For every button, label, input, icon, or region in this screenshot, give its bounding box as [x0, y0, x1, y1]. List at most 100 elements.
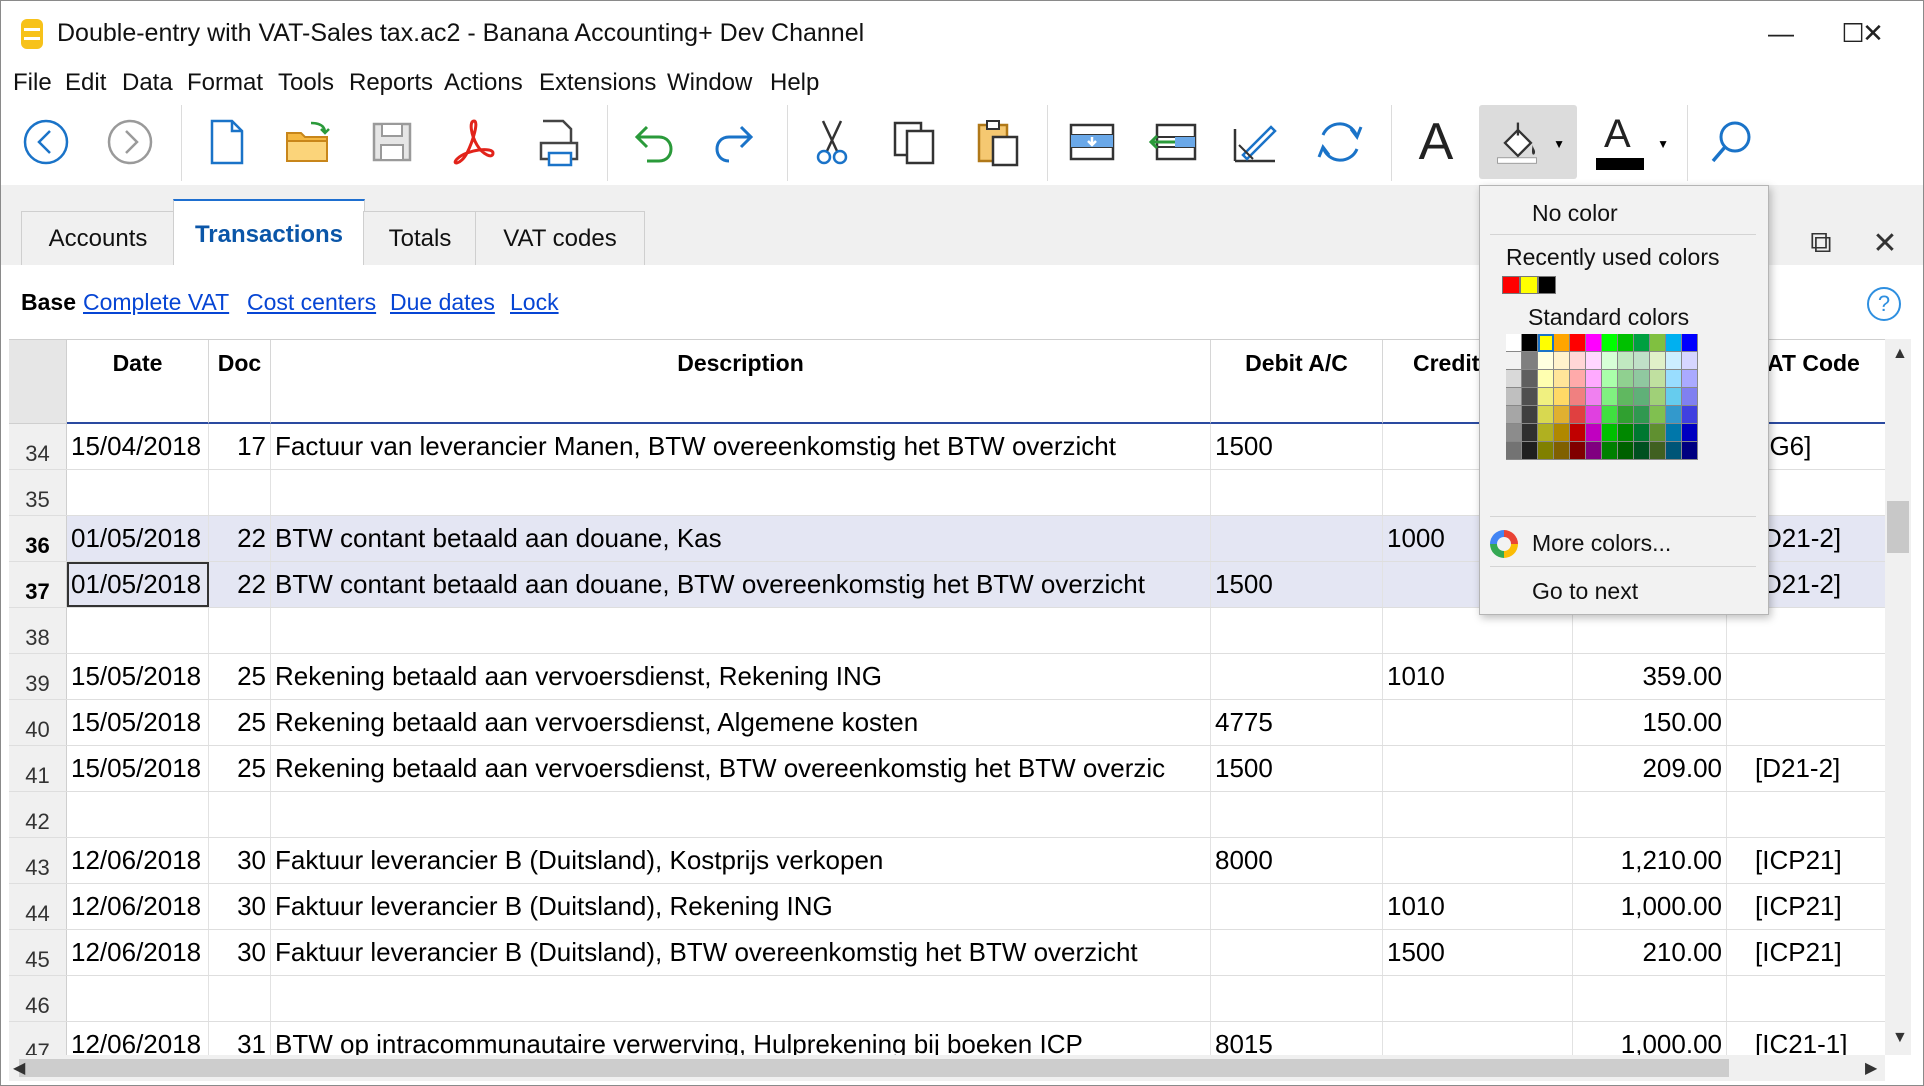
credit-account-cell[interactable]: [1383, 976, 1573, 1021]
standard-color-swatch[interactable]: [1682, 388, 1698, 406]
vat-code-cell[interactable]: [1727, 976, 1885, 1021]
standard-color-swatch[interactable]: [1570, 334, 1586, 352]
date-cell[interactable]: [67, 976, 209, 1021]
amount-cell[interactable]: 150.00: [1573, 700, 1727, 745]
description-cell[interactable]: Rekening betaald aan vervoersdienst, Alg…: [271, 700, 1211, 745]
menu-reports[interactable]: Reports: [349, 69, 433, 97]
edit-icon[interactable]: [1221, 105, 1291, 179]
description-cell[interactable]: BTW op intracommunautaire verwerving, Hu…: [271, 1022, 1211, 1056]
standard-color-swatch[interactable]: [1650, 424, 1666, 442]
menu-format[interactable]: Format: [187, 69, 263, 97]
debit-account-cell[interactable]: [1211, 976, 1383, 1021]
credit-account-cell[interactable]: [1383, 838, 1573, 883]
doc-cell[interactable]: 25: [209, 700, 271, 745]
amount-cell[interactable]: 1,000.00: [1573, 1022, 1727, 1056]
table-row[interactable]: 40 15/05/2018 25 Rekening betaald aan vervo…: [9, 700, 1885, 746]
row-number[interactable]: 39: [9, 654, 67, 699]
standard-color-swatch[interactable]: [1602, 388, 1618, 406]
scroll-left-icon[interactable]: ◀: [13, 1058, 25, 1078]
standard-color-swatch[interactable]: [1682, 334, 1698, 352]
tab-transactions[interactable]: Transactions: [173, 199, 365, 268]
credit-account-cell[interactable]: [1383, 746, 1573, 791]
standard-color-swatch[interactable]: [1618, 442, 1634, 460]
row-number[interactable]: 44: [9, 884, 67, 929]
doc-cell[interactable]: 31: [209, 1022, 271, 1056]
back-icon[interactable]: [11, 105, 81, 179]
forward-icon[interactable]: [95, 105, 165, 179]
standard-color-swatch[interactable]: [1586, 334, 1602, 352]
doc-cell[interactable]: 25: [209, 746, 271, 791]
row-number[interactable]: 47: [9, 1022, 67, 1056]
recalculate-icon[interactable]: [1305, 105, 1375, 179]
standard-color-swatch[interactable]: [1618, 424, 1634, 442]
standard-color-swatch[interactable]: [1618, 352, 1634, 370]
standard-color-swatch[interactable]: [1602, 442, 1618, 460]
standard-color-swatch[interactable]: [1570, 388, 1586, 406]
vat-code-cell[interactable]: [D21-2]: [1727, 746, 1885, 791]
date-cell[interactable]: 15/05/2018: [67, 746, 209, 791]
amount-cell[interactable]: [1573, 976, 1727, 1021]
standard-color-swatch[interactable]: [1538, 334, 1554, 352]
standard-color-swatch[interactable]: [1682, 370, 1698, 388]
standard-color-swatch[interactable]: [1634, 406, 1650, 424]
redo-icon[interactable]: [701, 105, 771, 179]
row-number[interactable]: 40: [9, 700, 67, 745]
description-cell[interactable]: Factuur van leverancier Manen, BTW overe…: [271, 424, 1211, 469]
vat-code-cell[interactable]: [IC21-1]: [1727, 1022, 1885, 1056]
credit-account-cell[interactable]: 1010: [1383, 884, 1573, 929]
description-cell[interactable]: [271, 976, 1211, 1021]
standard-color-swatch[interactable]: [1522, 352, 1538, 370]
date-cell[interactable]: 15/05/2018: [67, 654, 209, 699]
standard-color-swatch[interactable]: [1538, 442, 1554, 460]
tab-totals[interactable]: Totals: [363, 211, 477, 266]
standard-color-swatch[interactable]: [1522, 334, 1538, 352]
scroll-up-icon[interactable]: ▲: [1892, 345, 1908, 363]
credit-account-cell[interactable]: 1500: [1383, 930, 1573, 975]
standard-color-swatch[interactable]: [1538, 424, 1554, 442]
tab-accounts[interactable]: Accounts: [21, 211, 175, 266]
credit-account-cell[interactable]: [1383, 700, 1573, 745]
standard-color-swatch[interactable]: [1666, 406, 1682, 424]
standard-color-swatch[interactable]: [1522, 442, 1538, 460]
standard-color-swatch[interactable]: [1602, 424, 1618, 442]
standard-color-swatch[interactable]: [1602, 406, 1618, 424]
paste-icon[interactable]: [963, 105, 1033, 179]
print-icon[interactable]: [523, 105, 593, 179]
vat-code-cell[interactable]: [ICP21]: [1727, 884, 1885, 929]
fill-color-dropdown-icon[interactable]: ▼: [1553, 137, 1565, 151]
doc-cell[interactable]: [209, 470, 271, 515]
doc-cell[interactable]: 22: [209, 562, 271, 607]
standard-color-swatch[interactable]: [1666, 424, 1682, 442]
doc-cell[interactable]: [209, 976, 271, 1021]
standard-color-swatch[interactable]: [1554, 370, 1570, 388]
minimize-button[interactable]: —: [1749, 11, 1813, 55]
close-button[interactable]: ✕: [1841, 11, 1905, 55]
more-colors-option[interactable]: More colors...: [1532, 530, 1671, 557]
standard-color-swatch[interactable]: [1538, 352, 1554, 370]
debit-account-cell[interactable]: [1211, 654, 1383, 699]
description-cell[interactable]: [271, 792, 1211, 837]
date-cell[interactable]: 12/06/2018: [67, 884, 209, 929]
standard-color-swatch[interactable]: [1538, 406, 1554, 424]
menu-file[interactable]: File: [13, 69, 52, 97]
insert-rows-icon[interactable]: [1057, 105, 1127, 179]
row-number[interactable]: 34: [9, 424, 67, 469]
standard-color-swatch[interactable]: [1586, 424, 1602, 442]
standard-color-swatch[interactable]: [1506, 442, 1522, 460]
description-cell[interactable]: [271, 470, 1211, 515]
vat-code-cell[interactable]: [1727, 700, 1885, 745]
standard-color-swatch[interactable]: [1586, 406, 1602, 424]
standard-color-swatch[interactable]: [1602, 370, 1618, 388]
tab-vat-codes[interactable]: VAT codes: [475, 211, 645, 266]
standard-color-swatch[interactable]: [1618, 388, 1634, 406]
date-cell[interactable]: 15/05/2018: [67, 700, 209, 745]
font-icon[interactable]: A: [1401, 105, 1471, 179]
standard-color-swatch[interactable]: [1618, 370, 1634, 388]
row-number[interactable]: 38: [9, 608, 67, 653]
credit-account-cell[interactable]: 1010: [1383, 654, 1573, 699]
menu-help[interactable]: Help: [770, 69, 819, 97]
horizontal-scroll-thumb[interactable]: [19, 1059, 1729, 1077]
debit-account-cell[interactable]: [1211, 470, 1383, 515]
table-row[interactable]: 47 12/06/2018 31 BTW op intracommunautaire …: [9, 1022, 1885, 1056]
standard-color-swatch[interactable]: [1554, 424, 1570, 442]
